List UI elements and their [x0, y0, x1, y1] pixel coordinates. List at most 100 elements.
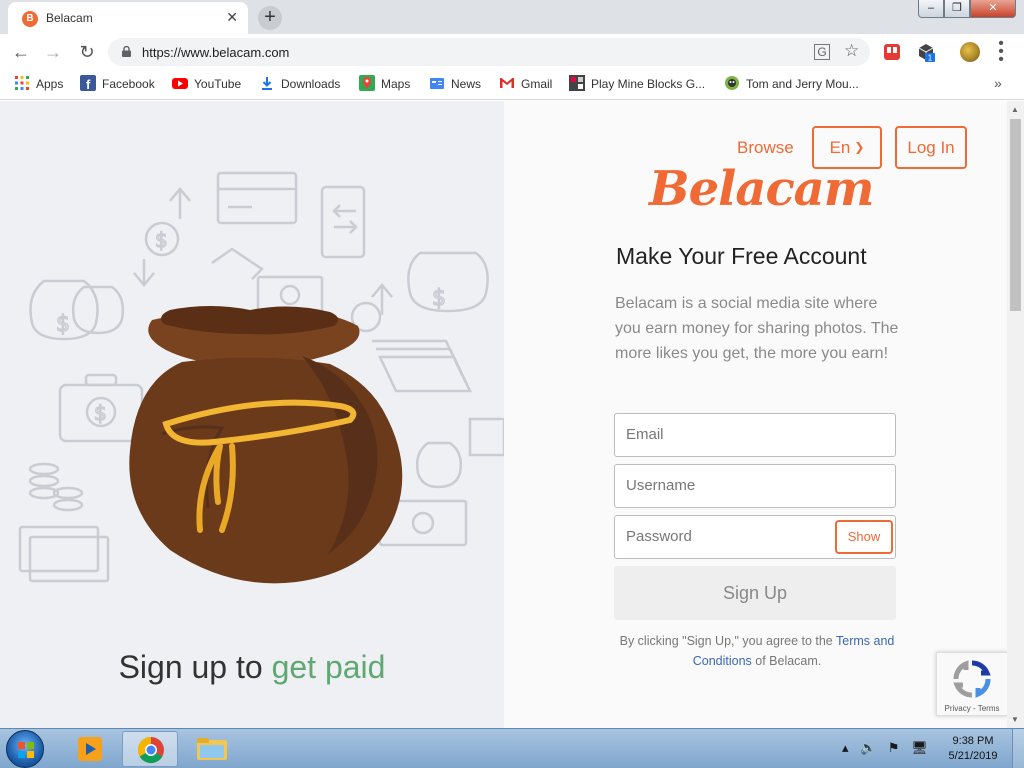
- bookmark-maps[interactable]: Maps: [359, 75, 411, 94]
- address-bar[interactable]: https://www.belacam.com G ☆: [108, 38, 870, 66]
- taskbar: ▴ 🔈 ⚑ 🖥 9:38 PM 5/21/2019: [0, 728, 1024, 768]
- recaptcha-label[interactable]: Privacy - Terms: [937, 704, 1007, 713]
- tab-close-icon[interactable]: ✕: [226, 9, 238, 26]
- menu-dots-icon[interactable]: • • •: [996, 36, 1006, 68]
- url-text: https://www.belacam.com: [142, 45, 290, 60]
- taskbar-media-player[interactable]: [62, 731, 118, 767]
- windows-logo-icon: [18, 742, 34, 758]
- promo-text-highlight: get paid: [271, 649, 386, 685]
- promo-panel: $ $ $ $ Sign up to get paid: [0, 101, 504, 728]
- bookmark-facebook[interactable]: f Facebook: [80, 75, 155, 94]
- bookmarks-bar: Apps f Facebook YouTube Downloads Maps Ne…: [0, 70, 1024, 100]
- svg-text:$: $: [56, 312, 70, 337]
- browse-link[interactable]: Browse: [737, 138, 794, 158]
- game-icon: [569, 75, 585, 91]
- bookmark-downloads[interactable]: Downloads: [259, 76, 340, 94]
- download-icon: [262, 77, 272, 90]
- game-icon: [725, 76, 739, 90]
- window-minimize-button[interactable]: –: [918, 0, 944, 18]
- bookmark-star-icon[interactable]: ☆: [844, 41, 859, 61]
- bookmark-tom-and-jerry[interactable]: Tom and Jerry Mou...: [724, 76, 859, 94]
- svg-text:$: $: [155, 228, 168, 252]
- show-password-button[interactable]: Show: [835, 520, 893, 554]
- signup-panel: Browse En ❯ Log In Belacam Make Your Free…: [504, 101, 1007, 728]
- scroll-down-arrow-icon[interactable]: ▼: [1011, 715, 1019, 724]
- password-placeholder: Password: [626, 528, 692, 545]
- promo-headline: Sign up to get paid: [0, 649, 504, 686]
- svg-text:$: $: [94, 401, 107, 425]
- login-button[interactable]: Log In: [895, 126, 967, 169]
- bookmark-label: Facebook: [102, 77, 155, 91]
- new-tab-button[interactable]: +: [258, 6, 282, 30]
- taskbar-clock[interactable]: 9:38 PM 5/21/2019: [940, 734, 1006, 764]
- bookmark-label: YouTube: [194, 77, 242, 91]
- clock-time: 9:38 PM: [952, 735, 994, 747]
- scroll-up-arrow-icon[interactable]: ▲: [1011, 105, 1019, 114]
- youtube-icon: [172, 78, 188, 89]
- bookmark-youtube[interactable]: YouTube: [172, 76, 241, 94]
- extension-badge: 1: [928, 54, 933, 63]
- tab-belacam[interactable]: B Belacam ✕: [8, 2, 248, 34]
- page-content: $ $ $ $ Sign up to get paid Browse En ❯ …: [0, 101, 1007, 728]
- maps-icon: [359, 75, 375, 91]
- chrome-icon: [137, 736, 164, 764]
- start-button[interactable]: [6, 730, 44, 768]
- media-player-icon: [78, 737, 102, 761]
- terms-prefix: By clicking "Sign Up," you agree to the: [619, 634, 837, 648]
- window-close-button[interactable]: ✕: [970, 0, 1016, 18]
- bookmark-label: Gmail: [521, 77, 553, 91]
- bookmark-label: News: [451, 77, 482, 91]
- bookmark-news[interactable]: News: [429, 76, 481, 94]
- extension-cube-icon[interactable]: 1: [916, 42, 936, 62]
- bookmark-mine-blocks[interactable]: Play Mine Blocks G...: [569, 75, 706, 94]
- bookmark-gmail[interactable]: Gmail: [499, 76, 552, 94]
- bookmark-label: Play Mine Blocks G...: [591, 77, 706, 91]
- page-title: Make Your Free Account: [616, 243, 867, 269]
- username-field[interactable]: Username: [614, 464, 896, 508]
- site-description: Belacam is a social media site where you…: [615, 295, 899, 362]
- belacam-favicon-icon: B: [22, 11, 38, 27]
- back-arrow-icon[interactable]: ←: [10, 41, 32, 63]
- extension-icon[interactable]: [882, 42, 902, 62]
- svg-text:f: f: [86, 77, 91, 91]
- reload-icon[interactable]: ↻: [76, 41, 98, 63]
- profile-avatar[interactable]: [960, 42, 980, 62]
- window-maximize-button[interactable]: ❐: [944, 0, 970, 18]
- translate-icon[interactable]: G: [814, 44, 830, 60]
- chevron-down-icon: ❯: [854, 140, 865, 154]
- tab-title: Belacam: [46, 11, 93, 25]
- bookmark-apps[interactable]: Apps: [14, 76, 63, 94]
- terms-notice: By clicking "Sign Up," you agree to the …: [612, 631, 902, 671]
- scroll-thumb[interactable]: [1010, 119, 1021, 311]
- recaptcha-badge[interactable]: Privacy - Terms: [936, 652, 1007, 716]
- taskbar-file-explorer[interactable]: [184, 731, 240, 767]
- email-field[interactable]: Email: [614, 413, 896, 457]
- forward-arrow-icon[interactable]: →: [42, 41, 64, 63]
- apps-grid-icon: [15, 76, 29, 90]
- taskbar-chrome[interactable]: [122, 731, 178, 767]
- recaptcha-icon: [953, 660, 991, 698]
- page-scrollbar[interactable]: ▲ ▼: [1007, 101, 1024, 728]
- tab-strip: B Belacam ✕ + – ❐ ✕: [0, 0, 1024, 34]
- bookmark-label: Apps: [36, 77, 64, 91]
- news-icon: [430, 78, 444, 89]
- bookmark-label: Downloads: [281, 77, 341, 91]
- language-label: En: [829, 138, 851, 157]
- browser-toolbar: ← → ↻ https://www.belacam.com G ☆ 1 • • •: [0, 34, 1024, 70]
- signup-button[interactable]: Sign Up: [614, 566, 896, 620]
- clock-date: 5/21/2019: [948, 750, 998, 762]
- svg-text:$: $: [432, 286, 446, 311]
- facebook-icon: f: [80, 75, 96, 91]
- show-desktop-button[interactable]: [1012, 729, 1024, 768]
- money-bag-illustration: [129, 306, 403, 584]
- folder-icon: [197, 738, 227, 760]
- promo-text-prefix: Sign up to: [118, 649, 272, 685]
- system-tray[interactable]: ▴ 🔈 ⚑ 🖥: [842, 740, 932, 756]
- bookmark-label: Tom and Jerry Mou...: [746, 77, 859, 91]
- password-field[interactable]: Password Show: [614, 515, 896, 559]
- bookmark-label: Maps: [381, 77, 411, 91]
- terms-suffix: of Belacam.: [751, 654, 822, 668]
- lock-icon: [122, 46, 131, 57]
- bookmarks-overflow-icon[interactable]: »: [994, 75, 1002, 91]
- belacam-logo: Belacam: [649, 161, 875, 217]
